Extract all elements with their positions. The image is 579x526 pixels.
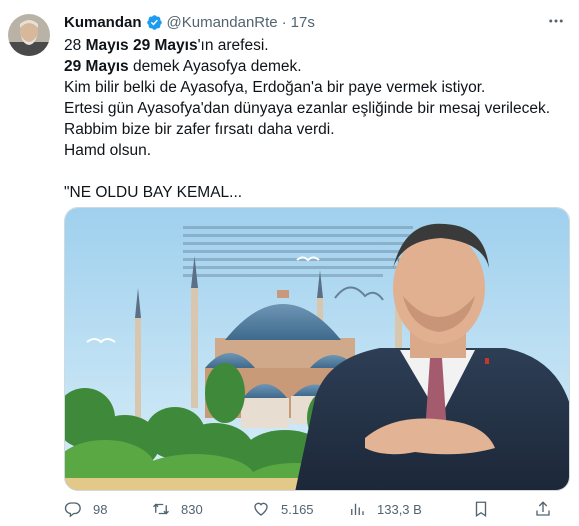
retweet-count: 830 [181,501,203,517]
tweet-line: Rabbim bize bir zafer fırsatı daha verdi… [64,121,335,138]
tweet-text: 28 Mayıs 29 Mayıs'ın arefesi. 29 Mayıs d… [64,35,564,203]
share-button[interactable] [534,500,563,518]
timestamp[interactable]: 17s [291,14,315,31]
tweet-line: Ertesi gün Ayasofya'dan dünyaya ezanlar … [64,100,551,117]
like-button[interactable]: 5.165 [252,500,314,518]
tweet-action-bar: 98 830 5.165 133,3 B [64,500,570,524]
mosque-portrait-image [65,208,569,490]
text-span: 'ın arefesi. [197,37,269,54]
line-break [64,161,564,182]
retweet-icon [153,503,169,515]
views-button[interactable]: 133,3 B [348,500,422,518]
separator-dot: · [281,13,287,31]
display-name[interactable]: Kumandan [64,14,142,31]
reply-button[interactable]: 98 [64,500,107,518]
reply-count: 98 [93,501,108,517]
avatar-image [8,14,50,56]
tweet-media-image[interactable] [64,207,570,491]
bold-span: Mayıs 29 Mayıs [85,37,198,54]
views-count: 133,3 B [377,501,422,517]
tweet-line: "NE OLDU BAY KEMAL... [64,184,243,201]
user-handle[interactable]: @KumandanRte [167,14,278,31]
retweet-button[interactable]: 830 [152,500,203,518]
text-span: 28 [64,37,86,54]
more-options-icon[interactable] [547,12,565,35]
avatar[interactable] [8,14,50,56]
like-count: 5.165 [281,501,314,517]
heart-icon [254,502,268,516]
bookmark-icon [475,501,487,518]
tweet-header: Kumandan @KumandanRte · 17s [64,12,559,32]
text-span: demek Ayasofya demek. [128,58,302,75]
verified-badge-icon [146,14,163,31]
tweet-line: 29 Mayıs demek Ayasofya demek. [64,56,564,77]
views-chart-icon [351,503,364,515]
reply-icon [64,502,81,518]
tweet-line: 28 Mayıs 29 Mayıs'ın arefesi. [64,35,564,56]
tweet-line: Hamd olsun. [64,142,152,159]
bold-span: 29 Mayıs [64,58,129,75]
bookmark-button[interactable] [472,500,501,518]
tweet-line: Kim bilir belki de Ayasofya, Erdoğan'a b… [64,79,486,96]
share-icon [536,501,550,516]
